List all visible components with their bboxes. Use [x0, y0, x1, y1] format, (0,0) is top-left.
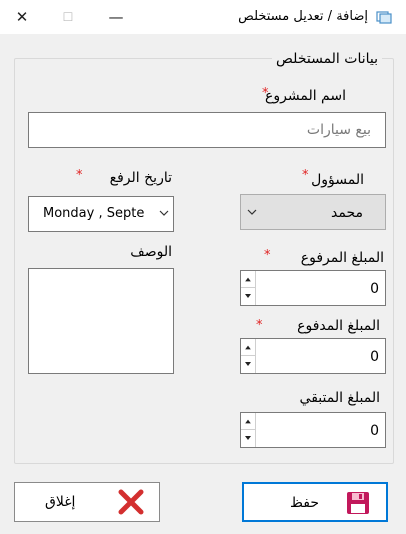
- remaining-amount-stepper[interactable]: 0: [240, 412, 386, 448]
- description-field[interactable]: [28, 268, 177, 377]
- upload-date-required-marker: *: [76, 168, 83, 183]
- chevron-down-icon[interactable]: [159, 206, 169, 220]
- project-name-required-marker: *: [262, 86, 269, 101]
- project-name-input[interactable]: [29, 113, 385, 147]
- save-button[interactable]: حفظ: [242, 482, 388, 522]
- remaining-amount-value: 0: [370, 423, 379, 439]
- uploaded-amount-stepper[interactable]: 0: [240, 270, 386, 306]
- window-title: إضافة / تعديل مستخلص: [238, 9, 368, 24]
- spin-up-icon[interactable]: [241, 413, 255, 430]
- upload-date-label: تاريخ الرفع: [109, 170, 172, 186]
- group-title: بيانات المستخلص: [272, 51, 382, 67]
- paid-amount-stepper[interactable]: 0: [240, 338, 386, 374]
- spin-down-icon[interactable]: [241, 430, 255, 447]
- stepper-buttons: [241, 271, 256, 305]
- project-name-field[interactable]: [28, 112, 386, 148]
- minimize-button[interactable]: —: [102, 4, 130, 30]
- stepper-buttons: [241, 413, 256, 447]
- close-window-button[interactable]: ✕: [8, 4, 36, 30]
- paid-amount-label: المبلغ المدفوع: [297, 318, 380, 334]
- description-label: الوصف: [130, 244, 172, 260]
- spin-down-icon[interactable]: [241, 288, 255, 305]
- spin-down-icon[interactable]: [241, 356, 255, 373]
- uploaded-amount-label: المبلغ المرفوع: [300, 250, 384, 266]
- paid-amount-required-marker: *: [256, 318, 263, 333]
- responsible-select[interactable]: محمد: [240, 194, 386, 230]
- upload-date-value: Monday , Septe: [43, 206, 145, 221]
- project-name-label: اسم المشروع: [265, 88, 346, 104]
- dialog-window: إضافة / تعديل مستخلص — ☐ ✕ بيانات المستخ…: [0, 0, 406, 534]
- responsible-required-marker: *: [302, 168, 309, 183]
- uploaded-amount-required-marker: *: [264, 248, 271, 263]
- description-textarea[interactable]: [29, 269, 177, 377]
- title-bar[interactable]: إضافة / تعديل مستخلص — ☐ ✕: [0, 0, 406, 34]
- uploaded-amount-value: 0: [370, 281, 379, 297]
- maximize-button[interactable]: ☐: [54, 4, 82, 30]
- floppy-disk-icon: [347, 492, 369, 514]
- responsible-value: محمد: [331, 205, 363, 221]
- stepper-buttons: [241, 339, 256, 373]
- save-button-label: حفظ: [290, 495, 320, 511]
- spin-up-icon[interactable]: [241, 339, 255, 356]
- paid-amount-value: 0: [370, 349, 379, 365]
- app-icon: [376, 11, 392, 24]
- chevron-down-icon[interactable]: [247, 206, 257, 218]
- remaining-amount-label: المبلغ المتبقي: [299, 390, 380, 406]
- responsible-label: المسؤول: [311, 172, 364, 188]
- close-button-label: إغلاق: [45, 494, 76, 510]
- close-button[interactable]: إغلاق: [14, 482, 160, 522]
- red-x-icon: [118, 489, 144, 515]
- spin-up-icon[interactable]: [241, 271, 255, 288]
- upload-date-picker[interactable]: Monday , Septe: [28, 196, 174, 232]
